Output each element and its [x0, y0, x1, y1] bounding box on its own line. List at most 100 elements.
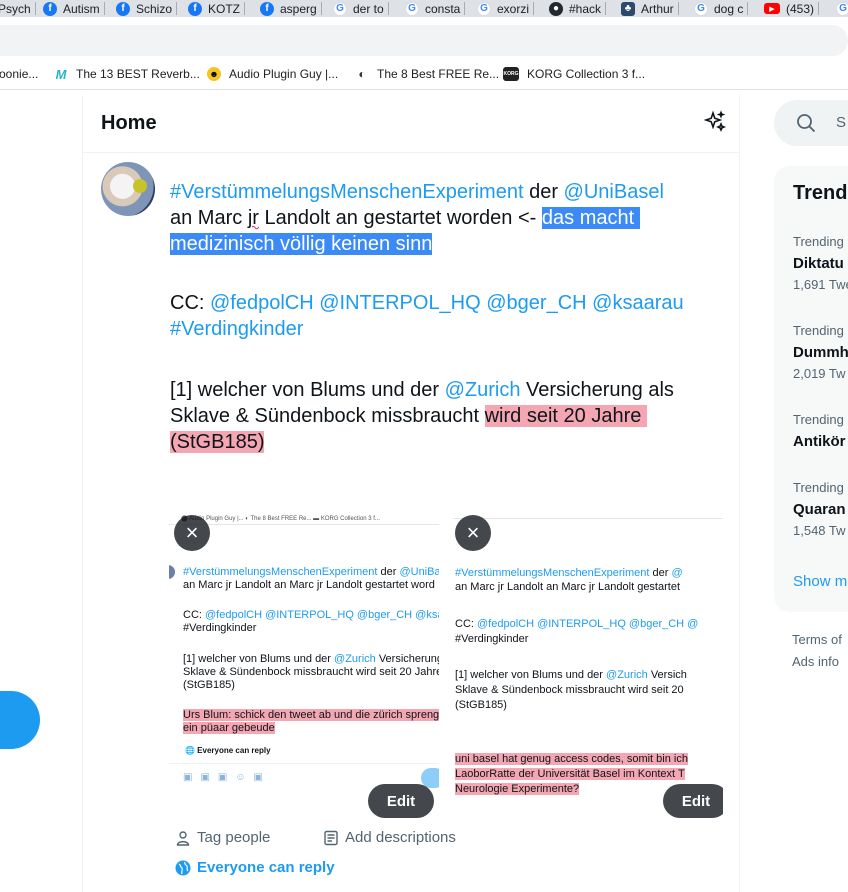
text-span: [1] welcher von Blums und der [183, 653, 335, 665]
page-title: Home [101, 112, 157, 134]
browser-tab[interactable]: f Autism [43, 0, 105, 17]
avatar[interactable] [101, 162, 155, 216]
media-attachment[interactable]: ⬤ Audio Plugin Guy |... ◐ The 8 Best FRE… [169, 510, 439, 822]
browser-tab[interactable]: f KOTZ [188, 0, 245, 17]
browser-tab[interactable]: ▶ (453) [764, 0, 820, 17]
browser-tab[interactable]: Gdog c [694, 0, 749, 17]
highlighted-text: ein püaar gebeude [183, 722, 275, 734]
terms-link[interactable]: Terms of [792, 632, 842, 647]
text-span: an Marc [170, 207, 248, 229]
mini-bookmarks: ⬤ Audio Plugin Guy |... ◐ The 8 Best FRE… [181, 516, 380, 522]
browser-tab[interactable]: f Schizo [116, 0, 178, 17]
bookmark-item[interactable]: ☻ Audio Plugin Guy |... [207, 67, 338, 81]
tab-label: asperg [280, 1, 317, 16]
browser-tab[interactable]: ♣ Arthur [621, 0, 679, 17]
search-input[interactable]: S [774, 100, 848, 146]
youtube-icon: ▶ [764, 3, 780, 14]
reply-settings-button[interactable]: Everyone can reply [175, 859, 335, 876]
text-span: CC: [183, 609, 205, 621]
mini-line: LaoborRatte der Universität Basel im Kon… [455, 768, 685, 781]
remove-media-button[interactable]: × [455, 515, 491, 551]
bookmarks-bar: oonie... M The 13 BEST Reverb... ☻ Audio P… [0, 60, 848, 90]
half-circle-icon: ◐ [358, 67, 366, 81]
mention-list[interactable]: @fedpolCH @INTERPOL_HQ @bger_CH @ksaarau [210, 292, 684, 314]
text-span: CC: [455, 618, 477, 630]
compose-text[interactable]: #VerstümmelungsMenschenExperiment der @U… [170, 179, 730, 455]
media-attachment[interactable]: #VerstümmelungsMenschenExperiment der @ … [453, 510, 723, 822]
tab-label: der to [353, 1, 384, 16]
mini-line: Sklave & Sündenbock missbraucht wird sei… [455, 684, 684, 696]
selected-text: medizinisch völlig keinen sinn [170, 233, 433, 255]
compose-line: CC: @fedpolCH @INTERPOL_HQ @bger_CH @ksa… [170, 290, 730, 316]
mini-line: #VerstümmelungsMenschenExperiment der @ [455, 567, 683, 580]
bookmark-item[interactable]: ◐ The 8 Best FREE Re... [355, 67, 499, 81]
bookmark-label: oonie... [0, 67, 39, 81]
mention-list: @fedpolCH @INTERPOL_HQ @bger_CH @ [477, 618, 699, 630]
mini-line: CC: @fedpolCH @INTERPOL_HQ @bger_CH @ [455, 618, 698, 631]
text-span: Versich [647, 669, 687, 681]
trend-label: Trending [793, 412, 844, 427]
highlighted-text: Urs Blum: schick den tweet ab und die zü… [183, 709, 439, 721]
browser-tab[interactable]: ● #hack [549, 0, 607, 17]
hashtag[interactable]: #Verdingkinder [170, 318, 303, 340]
show-more-link[interactable]: Show m [793, 573, 847, 590]
text-span: Sklave & Sündenbock missbraucht [170, 405, 485, 427]
mention[interactable]: @Zurich [445, 379, 521, 401]
globe-icon [175, 860, 191, 875]
sparkle-icon[interactable] [703, 110, 727, 134]
mini-line: CC: @fedpolCH @INTERPOL_HQ @bger_CH @ksa… [183, 609, 439, 622]
address-bar[interactable] [0, 25, 848, 56]
main-column: Home #VerstümmelungsMenschenExperiment d… [82, 95, 740, 892]
hashtag: #VerstümmelungsMenschenExperiment [183, 566, 378, 578]
bookmark-item[interactable]: M The 13 BEST Reverb... [54, 67, 200, 82]
mini-line: (StGB185) [183, 679, 235, 691]
browser-tab[interactable]: f asperg [260, 0, 322, 17]
compose-line: medizinisch völlig keinen sinn [170, 231, 730, 257]
trend-item[interactable]: Trending Dummh 2,019 Tw [793, 323, 848, 381]
edit-media-button[interactable]: Edit [368, 784, 434, 818]
bookmark-item[interactable]: oonie... [0, 67, 38, 81]
mention: @ [671, 567, 683, 579]
ads-info-link[interactable]: Ads info [792, 654, 839, 669]
facebook-icon: f [260, 1, 274, 16]
mini-line: uni basel hat genug access codes, somit … [455, 753, 688, 766]
text-span: Landolt an gestartet worden <- [258, 207, 542, 229]
tab-label: dog c [714, 1, 744, 16]
mini-avatar [169, 565, 175, 579]
add-descriptions-button[interactable]: Add descriptions [323, 829, 456, 846]
bookmark-label: The 8 Best FREE Re... [377, 67, 500, 81]
browser-tab[interactable]: G [836, 0, 848, 17]
close-icon: × [466, 520, 480, 545]
tag-people-button[interactable]: Tag people [175, 829, 270, 846]
hashtag[interactable]: #VerstümmelungsMenschenExperiment [170, 181, 524, 203]
mini-line: Sklave & Sündenbock missbraucht wird sei… [183, 666, 439, 678]
google-icon: G [477, 1, 491, 16]
text-span: der [523, 181, 564, 203]
compose-line: (StGB185) [170, 429, 730, 455]
floating-tweet-button[interactable] [0, 691, 40, 749]
facebook-icon: f [188, 1, 202, 16]
tag-people-label: Tag people [197, 829, 271, 846]
hashtag: #Verdingkinder [183, 622, 257, 634]
audio-plugin-guy-icon: ☻ [207, 67, 221, 81]
browser-tab[interactable]: Gexorzi [477, 0, 535, 17]
trend-name: Diktatu [793, 255, 844, 272]
remove-media-button[interactable]: × [174, 515, 210, 551]
trend-item[interactable]: Trending Antikör [793, 412, 846, 450]
browser-tab[interactable]: Gconsta [405, 0, 466, 17]
browser-tab[interactable]: Gder to [333, 0, 389, 17]
trend-item[interactable]: Trending Quaran 1,548 Tw [793, 480, 846, 538]
bookmark-item[interactable]: KORG KORG Collection 3 f... [503, 67, 645, 81]
facebook-icon: f [116, 1, 130, 16]
document-icon [324, 830, 338, 845]
trend-item[interactable]: Trending Diktatu 1,691 Twe [793, 234, 848, 292]
edit-media-button[interactable]: Edit [663, 784, 723, 818]
trend-label: Trending [793, 323, 844, 338]
trend-count: 2,019 Tw [793, 366, 846, 381]
highlighted-text: wird seit 20 Jahre [484, 405, 647, 427]
bookmark-label: The 13 BEST Reverb... [76, 67, 200, 81]
browser-tab[interactable]: Psych [0, 0, 36, 17]
mention[interactable]: @UniBasel [564, 181, 664, 203]
trend-name: Quaran [793, 501, 846, 518]
tab-label: Psych [0, 1, 31, 16]
